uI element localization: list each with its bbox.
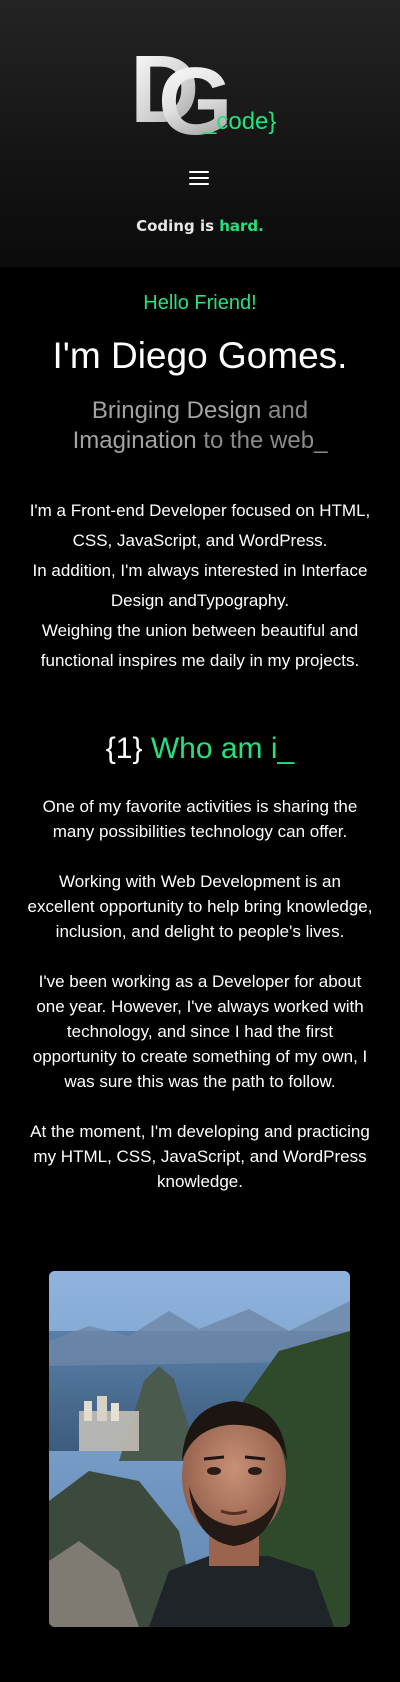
about-paragraph: Working with Web Development is an excel… — [27, 872, 373, 941]
slogan: Bringing Design and Imagination to the w… — [40, 396, 360, 456]
slogan-word: Design — [186, 397, 262, 424]
about-paragraph: One of my favorite activities is sharing… — [42, 797, 358, 841]
tagline: Coding is hard. — [0, 217, 400, 235]
intro-line: Design andTypography. — [110, 591, 290, 610]
slogan-word: to the web_ — [203, 427, 328, 454]
intro-line: In addition, I'm always interested in In… — [32, 561, 368, 580]
intro-line: CSS, JavaScript, and WordPress. — [72, 531, 328, 550]
section-heading: Who am i_ — [150, 732, 295, 765]
section-title-about: {1} Who am i_ — [0, 732, 400, 766]
slogan-word: Imagination — [72, 427, 197, 454]
site-header: D G _code} Coding is hard. — [0, 0, 400, 267]
intro-line: functional inspires me daily in my proje… — [40, 651, 360, 670]
greeting: Hello Friend! — [143, 292, 257, 314]
tagline-highlight: hard. — [219, 217, 264, 235]
about-paragraph: I've been working as a Developer for abo… — [32, 972, 368, 1091]
page: D G _code} Coding is hard. Hello Friend!… — [0, 0, 400, 1682]
intro-line: Weighing the union between beautiful and — [41, 621, 359, 640]
intro-line: I'm a Front-end Developer focused on HTM… — [29, 501, 371, 520]
slogan-word: and — [268, 397, 309, 424]
about-text: One of my favorite activities is sharing… — [24, 794, 376, 1219]
intro-text: I'm a Front-end Developer focused on HTM… — [24, 496, 376, 676]
logo[interactable]: D G _code} — [130, 42, 290, 150]
slogan-word: Bringing — [91, 397, 180, 424]
section-number: {1} — [105, 732, 143, 765]
profile-photo — [49, 1271, 350, 1627]
tagline-prefix: Coding is — [136, 217, 220, 235]
about-paragraph: At the moment, I'm developing and practi… — [30, 1122, 370, 1191]
page-title: I'm Diego Gomes. — [52, 335, 348, 376]
hamburger-menu-icon[interactable] — [189, 171, 209, 187]
logo-code-text: _code} — [203, 108, 277, 135]
